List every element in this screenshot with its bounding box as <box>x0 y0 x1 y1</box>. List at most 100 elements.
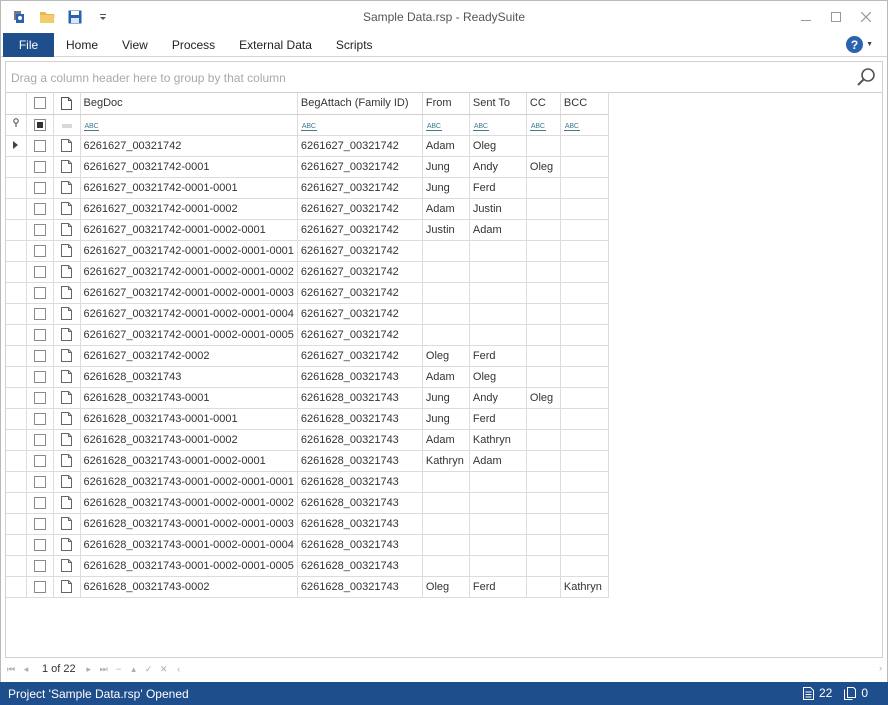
cell-begdoc[interactable]: 6261628_00321743-0002 <box>80 576 298 598</box>
cell-sent-to[interactable]: Andy <box>469 387 527 409</box>
cell-bcc[interactable] <box>560 534 609 556</box>
column-header-cc[interactable]: CC <box>526 93 561 115</box>
cell-begattach[interactable]: 6261628_00321743 <box>297 555 423 577</box>
row-checkbox-cell[interactable] <box>26 303 54 325</box>
cell-sent-to[interactable] <box>469 534 527 556</box>
cell-begattach[interactable]: 6261628_00321743 <box>297 513 423 535</box>
row-doc-cell[interactable] <box>53 366 81 388</box>
cell-cc[interactable] <box>526 408 561 430</box>
row-indicator[interactable] <box>6 387 27 409</box>
cell-cc[interactable] <box>526 429 561 451</box>
tab-process[interactable]: Process <box>160 33 227 57</box>
table-row[interactable]: 6261627_00321742-0001-0002-0001-0003 6261… <box>6 282 609 304</box>
cell-bcc[interactable] <box>560 261 609 283</box>
delete-record-button[interactable]: − <box>114 664 124 674</box>
row-doc-cell[interactable] <box>53 198 81 220</box>
cell-begdoc[interactable]: 6261627_00321742-0001 <box>80 156 298 178</box>
row-indicator[interactable] <box>6 198 27 220</box>
cell-cc[interactable] <box>526 135 561 157</box>
row-checkbox-cell[interactable] <box>26 555 54 577</box>
cell-bcc[interactable] <box>560 555 609 577</box>
chevron-down-icon[interactable]: ▼ <box>866 41 873 48</box>
row-doc-cell[interactable] <box>53 450 81 472</box>
cancel-edit-icon[interactable]: ✕ <box>159 664 169 675</box>
doc-type-header[interactable] <box>53 93 81 115</box>
cell-bcc[interactable] <box>560 135 609 157</box>
maximize-button[interactable] <box>821 5 851 29</box>
cell-from[interactable] <box>422 324 470 346</box>
cell-begdoc[interactable]: 6261628_00321743-0001-0002-0001-0005 <box>80 555 298 577</box>
cell-begattach[interactable]: 6261627_00321742 <box>297 324 423 346</box>
cell-sent-to[interactable] <box>469 282 527 304</box>
cell-cc[interactable] <box>526 534 561 556</box>
first-record-button[interactable]: ⏮ <box>6 664 16 675</box>
row-doc-cell[interactable] <box>53 135 81 157</box>
row-checkbox-cell[interactable] <box>26 387 54 409</box>
table-row[interactable]: 6261628_00321743-0001 6261628_00321743 Jun… <box>6 387 609 409</box>
row-checkbox[interactable] <box>33 202 46 215</box>
row-doc-cell[interactable] <box>53 282 81 304</box>
cell-begattach[interactable]: 6261628_00321743 <box>297 408 423 430</box>
cell-from[interactable] <box>422 534 470 556</box>
table-row[interactable]: 6261627_00321742-0001 6261627_00321742 Jun… <box>6 156 609 178</box>
row-indicator[interactable] <box>6 345 27 367</box>
cell-begattach[interactable]: 6261627_00321742 <box>297 135 423 157</box>
cell-begattach[interactable]: 6261628_00321743 <box>297 471 423 493</box>
table-row[interactable]: 6261628_00321743-0002 6261628_00321743 Ole… <box>6 576 609 598</box>
cell-begdoc[interactable]: 6261627_00321742-0001-0002-0001-0001 <box>80 240 298 262</box>
row-doc-cell[interactable] <box>53 429 81 451</box>
row-doc-cell[interactable] <box>53 156 81 178</box>
cell-cc[interactable] <box>526 555 561 577</box>
tab-external-data[interactable]: External Data <box>227 33 324 57</box>
cell-from[interactable] <box>422 240 470 262</box>
cell-begdoc[interactable]: 6261627_00321742-0001-0002-0001-0003 <box>80 282 298 304</box>
cell-begattach[interactable]: 6261627_00321742 <box>297 282 423 304</box>
row-checkbox[interactable] <box>33 454 46 467</box>
cell-bcc[interactable] <box>560 429 609 451</box>
row-doc-cell[interactable] <box>53 387 81 409</box>
column-header-begattach[interactable]: BegAttach (Family ID) <box>297 93 423 115</box>
cell-cc[interactable] <box>526 324 561 346</box>
cell-sent-to[interactable]: Kathryn <box>469 429 527 451</box>
cell-from[interactable] <box>422 513 470 535</box>
row-doc-cell[interactable] <box>53 513 81 535</box>
row-checkbox-cell[interactable] <box>26 408 54 430</box>
row-checkbox[interactable] <box>33 286 46 299</box>
row-checkbox[interactable] <box>33 139 46 152</box>
row-indicator[interactable] <box>6 555 27 577</box>
row-checkbox-cell[interactable] <box>26 198 54 220</box>
cell-begdoc[interactable]: 6261628_00321743-0001-0002-0001-0004 <box>80 534 298 556</box>
table-row[interactable]: 6261628_00321743-0001-0002-0001-0003 6261… <box>6 513 609 535</box>
row-checkbox[interactable] <box>33 517 46 530</box>
cell-begdoc[interactable]: 6261627_00321742-0002 <box>80 345 298 367</box>
cell-bcc[interactable] <box>560 366 609 388</box>
row-checkbox[interactable] <box>33 160 46 173</box>
row-checkbox[interactable] <box>33 307 46 320</box>
cell-sent-to[interactable]: Ferd <box>469 576 527 598</box>
column-header-sent-to[interactable]: Sent To <box>469 93 527 115</box>
row-checkbox[interactable] <box>33 370 46 383</box>
cell-from[interactable]: Justin <box>422 219 470 241</box>
cell-begattach[interactable]: 6261627_00321742 <box>297 156 423 178</box>
row-checkbox[interactable] <box>33 496 46 509</box>
cell-bcc[interactable] <box>560 303 609 325</box>
cell-begattach[interactable]: 6261628_00321743 <box>297 366 423 388</box>
table-row[interactable]: 6261627_00321742-0001-0002 6261627_003217… <box>6 198 609 220</box>
row-doc-cell[interactable] <box>53 345 81 367</box>
row-checkbox-cell[interactable] <box>26 576 54 598</box>
row-doc-cell[interactable] <box>53 492 81 514</box>
cell-from[interactable] <box>422 471 470 493</box>
filter-cell-sent-to[interactable]: ABC <box>469 114 527 136</box>
cell-from[interactable]: Adam <box>422 135 470 157</box>
next-page-button[interactable]: ▸ <box>84 664 94 675</box>
row-checkbox-cell[interactable] <box>26 324 54 346</box>
cell-cc[interactable] <box>526 282 561 304</box>
row-doc-cell[interactable] <box>53 261 81 283</box>
row-checkbox-cell[interactable] <box>26 513 54 535</box>
cell-cc[interactable] <box>526 345 561 367</box>
row-checkbox[interactable] <box>33 181 46 194</box>
row-checkbox-cell[interactable] <box>26 471 54 493</box>
cell-begdoc[interactable]: 6261628_00321743-0001-0002-0001 <box>80 450 298 472</box>
cell-sent-to[interactable]: Justin <box>469 198 527 220</box>
cell-from[interactable]: Oleg <box>422 345 470 367</box>
